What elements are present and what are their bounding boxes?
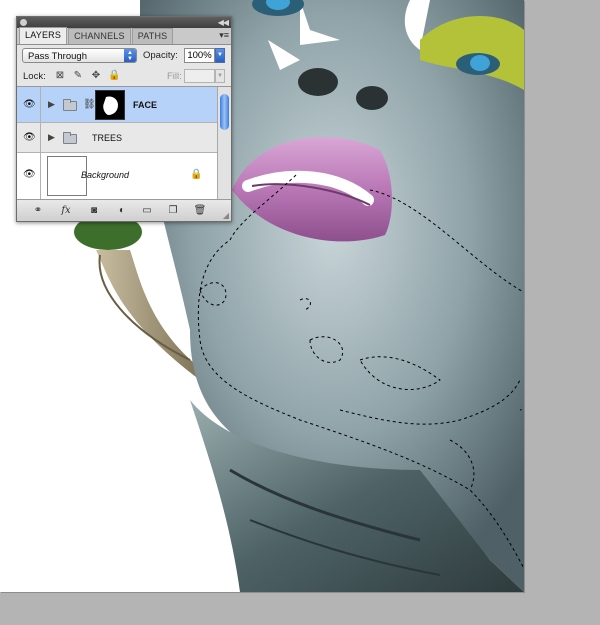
mask-shape [103,96,118,115]
layer-row-background[interactable]: 👁 Background 🔒 [17,153,217,199]
tab-layers[interactable]: LAYERS [19,27,68,44]
lock-all-icon[interactable]: 🔒 [108,70,120,82]
layers-list: 👁 ▶ ⛓ FACE 👁 ▶ TREES 👁 Background 🔒 [17,87,217,199]
opacity-arrow-icon[interactable]: ▼ [215,48,225,63]
close-icon[interactable] [20,19,27,26]
fill-label: Fill: [167,71,182,82]
blend-mode-select[interactable]: Pass Through ▲ ▼ [22,48,137,63]
select-arrows-icon: ▲ ▼ [124,49,136,62]
panel-menu-icon[interactable]: ▾≡ [219,30,229,41]
layer-name-background[interactable]: Background [81,170,129,180]
layer-style-icon[interactable]: fx [58,204,74,218]
canvas-area[interactable]: ◀◀ LAYERS CHANNELS PATHS ▾≡ Pass Through… [0,0,600,625]
blend-row: Pass Through ▲ ▼ Opacity: 100% ▼ [17,45,231,67]
opacity-field[interactable]: 100% [184,48,215,63]
new-group-icon[interactable]: ▭ [139,204,155,218]
panel-tabs: LAYERS CHANNELS PATHS ▾≡ [17,27,231,45]
lock-label: Lock: [23,71,46,82]
scrollbar-thumb[interactable] [220,94,229,130]
blend-mode-value: Pass Through [28,51,87,62]
eye-icon: 👁 [23,169,36,180]
layer-row-face[interactable]: 👁 ▶ ⛓ FACE [17,87,217,123]
link-layers-icon[interactable]: ⚭ [30,204,46,218]
folder-icon [63,132,77,144]
lock-row: Lock: ⊠ ✎ ✥ 🔒 Fill: ▼ [17,67,231,87]
layer-row-trees[interactable]: 👁 ▶ TREES [17,123,217,153]
expand-triangle-icon[interactable]: ▶ [48,99,55,110]
resize-grip-icon[interactable]: ◢ [223,211,229,220]
collapse-icon[interactable]: ◀◀ [218,17,229,28]
opacity-label: Opacity: [143,50,178,61]
adjustment-layer-icon[interactable]: ◐ [114,204,130,218]
tab-channels[interactable]: CHANNELS [68,28,131,44]
mask-link-icon[interactable]: ⛓ [83,99,96,110]
fill-arrow-icon: ▼ [215,69,225,83]
add-mask-icon[interactable]: ◙ [86,204,102,218]
lock-position-icon[interactable]: ✥ [90,70,102,82]
layer-name-face[interactable]: FACE [133,100,157,110]
eye-icon: 👁 [23,132,36,143]
layer-name-trees[interactable]: TREES [92,133,122,143]
panel-footer: ⚭ fx ◙ ◐ ▭ ❐ 🗑 ◢ [17,199,231,221]
fill-field [184,69,215,83]
lock-image-pixels-icon[interactable]: ✎ [72,70,84,82]
visibility-toggle[interactable]: 👁 [17,153,41,199]
layers-scrollbar[interactable] [217,87,231,199]
eye-icon: 👁 [23,99,36,110]
tab-paths[interactable]: PATHS [131,28,174,44]
new-layer-icon[interactable]: ❐ [165,204,181,218]
expand-triangle-icon[interactable]: ▶ [48,132,55,143]
layer-mask-thumbnail[interactable] [95,90,125,120]
layers-panel[interactable]: ◀◀ LAYERS CHANNELS PATHS ▾≡ Pass Through… [16,16,232,222]
trash-icon[interactable]: 🗑 [192,204,208,218]
folder-icon [63,99,77,111]
lock-transparent-pixels-icon[interactable]: ⊠ [54,70,66,82]
lock-icon: 🔒 [190,169,203,180]
visibility-toggle[interactable]: 👁 [17,123,41,152]
visibility-toggle[interactable]: 👁 [17,87,41,122]
